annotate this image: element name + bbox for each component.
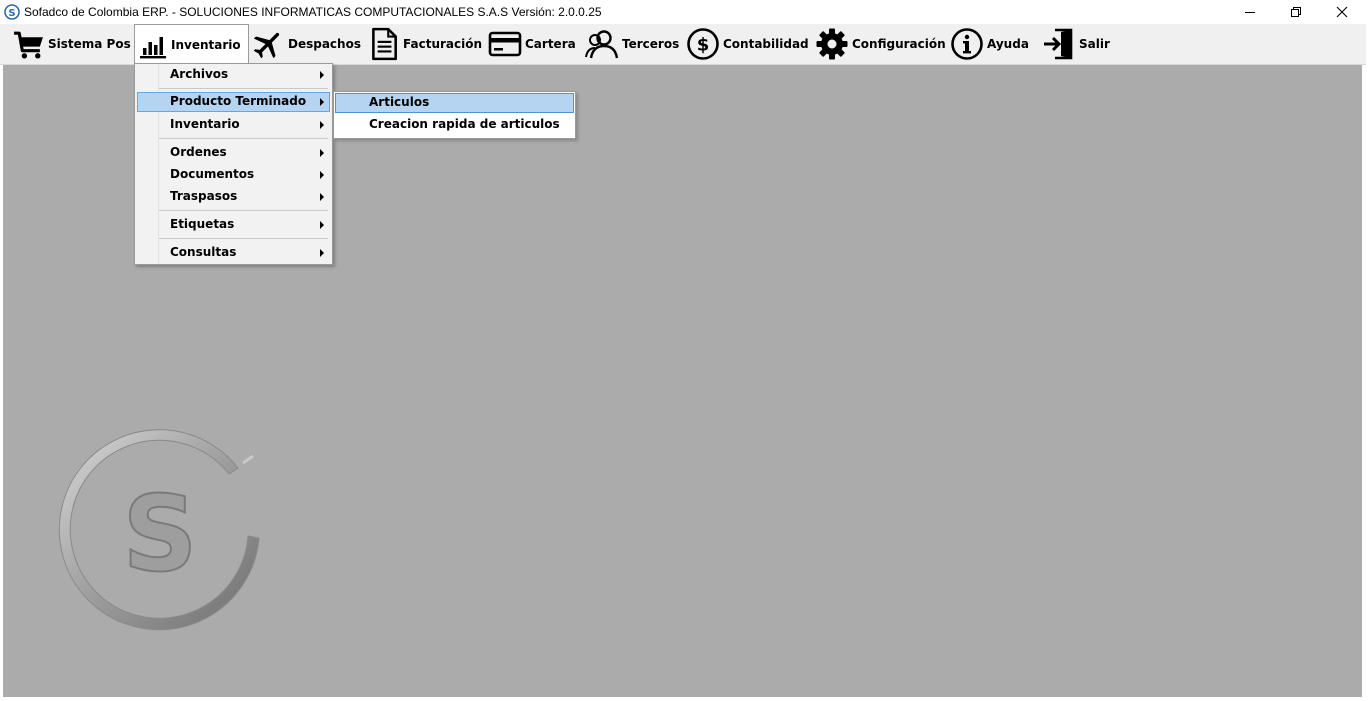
menu-contabilidad[interactable]: $ Contabilidad xyxy=(686,24,809,64)
menu-ayuda[interactable]: Ayuda xyxy=(950,24,1029,64)
minimize-icon xyxy=(1245,12,1255,13)
minimize-button[interactable] xyxy=(1227,0,1273,24)
window-title: Sofadco de Colombia ERP. - SOLUCIONES IN… xyxy=(24,5,602,19)
svg-text:$: $ xyxy=(697,35,710,56)
menu-label-salir: Salir xyxy=(1079,37,1110,51)
menu-item-producto-terminado[interactable]: Producto Terminado xyxy=(137,92,330,112)
menu-label-sistema-pos: Sistema Pos xyxy=(48,37,131,51)
menu-item-documentos[interactable]: Documentos xyxy=(137,165,330,185)
close-icon xyxy=(1336,6,1348,18)
submenu-item-articulos-label: Articulos xyxy=(369,95,430,109)
menu-label-facturacion: Facturación xyxy=(403,37,483,51)
airplane-icon xyxy=(253,32,280,59)
app-logo-icon: S xyxy=(4,4,20,20)
menu-inventario[interactable]: Inventario xyxy=(134,24,249,65)
close-button[interactable] xyxy=(1319,0,1365,24)
submenu-item-articulos[interactable]: Articulos xyxy=(335,93,574,113)
menu-configuracion[interactable]: Configuración xyxy=(815,24,946,64)
menu-item-archivos[interactable]: Archivos xyxy=(137,65,330,85)
submenu-arrow-icon xyxy=(320,98,324,106)
window-right-edge xyxy=(1362,65,1366,697)
menu-item-archivos-label: Archivos xyxy=(170,67,229,81)
menu-label-configuracion: Configuración xyxy=(852,37,946,51)
gear-icon xyxy=(816,28,848,60)
menu-item-documentos-label: Documentos xyxy=(170,167,255,181)
menu-item-producto-terminado-label: Producto Terminado xyxy=(170,94,307,108)
menu-item-consultas[interactable]: Consultas xyxy=(137,243,330,263)
menu-separator xyxy=(159,138,328,139)
submenu-item-creacion-rapida[interactable]: Creacion rapida de articulos xyxy=(335,115,574,135)
info-icon xyxy=(951,28,983,60)
logo-letter: S xyxy=(123,473,198,595)
menu-item-traspasos-label: Traspasos xyxy=(170,189,238,203)
main-menu-bar: Sistema Pos Inventario Despachos Factura… xyxy=(0,24,1366,65)
exit-door-icon xyxy=(1044,28,1073,60)
menu-label-despachos: Despachos xyxy=(288,37,361,51)
submenu-arrow-icon xyxy=(320,71,324,79)
menu-label-terceros: Terceros xyxy=(622,37,680,51)
document-icon xyxy=(372,27,397,61)
menu-item-etiquetas-label: Etiquetas xyxy=(170,217,235,231)
menu-despachos[interactable]: Despachos xyxy=(251,24,361,64)
submenu-arrow-icon xyxy=(320,249,324,257)
menu-label-cartera: Cartera xyxy=(525,37,576,51)
menu-item-inventario-label: Inventario xyxy=(170,117,240,131)
menu-label-ayuda: Ayuda xyxy=(987,37,1029,51)
title-bar: S Sofadco de Colombia ERP. - SOLUCIONES … xyxy=(0,0,1366,24)
menu-item-ordenes-label: Ordenes xyxy=(170,145,227,159)
dollar-circle-icon: $ xyxy=(687,28,719,60)
restore-icon xyxy=(1291,7,1301,17)
menu-separator xyxy=(159,238,328,239)
submenu-item-creacion-rapida-label: Creacion rapida de articulos xyxy=(369,117,560,131)
menu-facturacion[interactable]: Facturación xyxy=(368,24,482,64)
submenu-arrow-icon xyxy=(320,149,324,157)
menu-sistema-pos[interactable]: Sistema Pos xyxy=(12,24,131,64)
submenu-arrow-icon xyxy=(320,221,324,229)
users-icon xyxy=(585,30,619,59)
inventario-dropdown-menu: Archivos Producto Terminado Inventario O… xyxy=(134,63,333,265)
menu-salir[interactable]: Salir xyxy=(1042,24,1110,64)
menu-item-consultas-label: Consultas xyxy=(170,245,237,259)
restore-button[interactable] xyxy=(1273,0,1319,24)
menu-item-ordenes[interactable]: Ordenes xyxy=(137,143,330,163)
menu-separator xyxy=(159,210,328,211)
menu-item-inventario[interactable]: Inventario xyxy=(137,115,330,135)
menu-terceros[interactable]: Terceros xyxy=(585,24,679,64)
app-logo-letter: S xyxy=(8,8,15,19)
cart-icon xyxy=(14,31,43,59)
submenu-arrow-icon xyxy=(320,121,324,129)
producto-terminado-submenu: Articulos Creacion rapida de articulos xyxy=(333,91,576,139)
submenu-arrow-icon xyxy=(320,171,324,179)
company-logo-watermark: S xyxy=(58,429,260,631)
menu-label-contabilidad: Contabilidad xyxy=(723,37,809,51)
menu-cartera[interactable]: Cartera xyxy=(488,24,576,64)
menu-separator xyxy=(159,88,328,89)
menu-item-etiquetas[interactable]: Etiquetas xyxy=(137,215,330,235)
menu-item-traspasos[interactable]: Traspasos xyxy=(137,187,330,207)
bar-chart-icon xyxy=(140,37,166,59)
credit-card-icon xyxy=(488,31,522,57)
menu-label-inventario: Inventario xyxy=(171,38,241,52)
submenu-arrow-icon xyxy=(320,193,324,201)
